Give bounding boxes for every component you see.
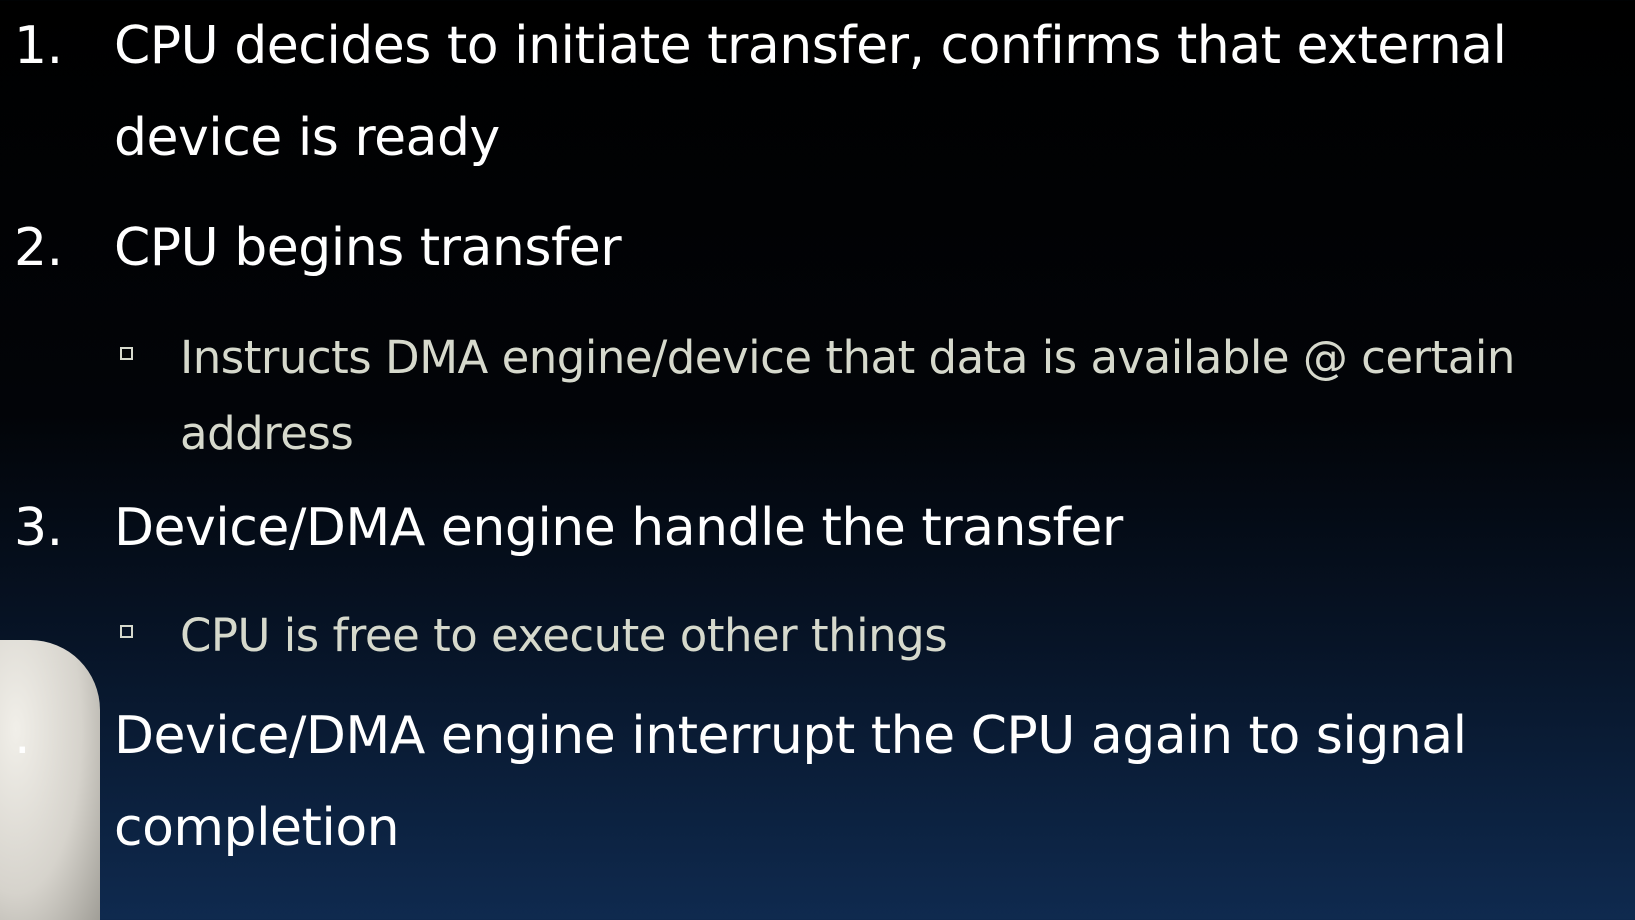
sub-text-2: Instructs DMA engine/device that data is… <box>180 331 1515 460</box>
sub-text-3: CPU is free to execute other things <box>180 609 948 662</box>
square-bullet-icon <box>120 347 133 360</box>
square-bullet-icon <box>120 625 133 638</box>
slide: 1. CPU decides to initiate transfer, con… <box>0 0 1635 920</box>
list-number-1: 1. <box>14 16 63 76</box>
list-number-4: . <box>14 706 31 766</box>
list-number-2: 2. <box>14 218 63 278</box>
list-text-2: CPU begins transfer <box>114 218 622 278</box>
list-text-4: Device/DMA engine interrupt the CPU agai… <box>114 706 1467 858</box>
list-number-3: 3. <box>14 498 63 558</box>
list-text-3: Device/DMA engine handle the transfer <box>114 498 1123 558</box>
list-text-1: CPU decides to initiate transfer, confir… <box>114 16 1507 168</box>
